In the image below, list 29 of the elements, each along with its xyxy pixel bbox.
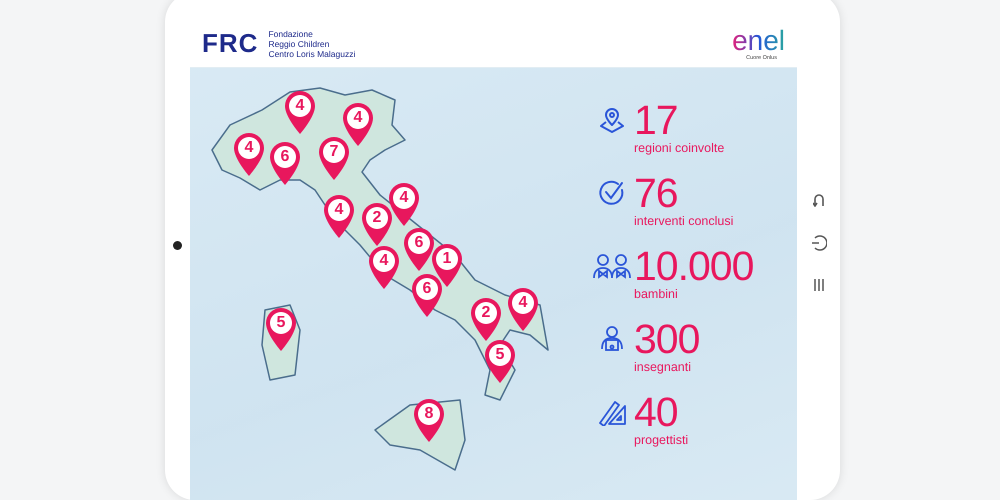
map-pin[interactable]: 6: [410, 272, 444, 318]
stat-number: 76: [634, 173, 679, 213]
map-pin[interactable]: 7: [317, 135, 351, 181]
map-pin[interactable]: 6: [268, 140, 302, 186]
map-pin[interactable]: 4: [283, 89, 317, 135]
stat-label: bambini: [634, 287, 679, 301]
map-pin[interactable]: 2: [469, 296, 503, 342]
stat-label: interventi conclusi: [634, 214, 734, 228]
map-pin[interactable]: 4: [341, 101, 375, 147]
map-pin[interactable]: 4: [232, 131, 266, 177]
stat-number: 17: [634, 100, 679, 140]
stat-label: insegnanti: [634, 360, 692, 374]
stat-label: progettisti: [634, 433, 688, 447]
map-pin[interactable]: 4: [367, 244, 401, 290]
map-pin[interactable]: 5: [483, 338, 517, 384]
map-pin[interactable]: 1: [430, 242, 464, 288]
stat-number: 40: [634, 392, 679, 432]
stat-label: regioni coinvolte: [634, 141, 724, 155]
map-pin[interactable]: 6: [402, 226, 436, 272]
org-name: Fondazione Reggio Children Centro Loris Malaguzzi: [268, 28, 356, 58]
map-pin[interactable]: 2: [360, 201, 394, 247]
org-logo: FRC: [202, 28, 258, 59]
map-pin[interactable]: 5: [264, 306, 298, 352]
stat-number: 300: [634, 319, 700, 359]
stat-number: 10.000: [634, 246, 754, 286]
map-pin[interactable]: 4: [387, 181, 421, 227]
map-pin[interactable]: 4: [322, 193, 356, 239]
map-pin[interactable]: 4: [506, 286, 540, 332]
map-pin[interactable]: 8: [412, 397, 446, 443]
